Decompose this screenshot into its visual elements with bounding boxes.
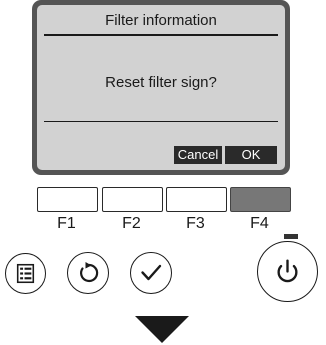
f1-button[interactable] [37, 187, 98, 212]
softkey-divider [44, 121, 278, 122]
f4-button[interactable] [230, 187, 291, 212]
menu-icon [16, 263, 35, 284]
f2-button[interactable] [102, 187, 163, 212]
f4-label: F4 [250, 215, 269, 232]
return-button[interactable] [67, 252, 109, 294]
power-button[interactable] [257, 241, 318, 302]
f1-label: F1 [57, 215, 76, 232]
softkey-cancel: Cancel [174, 146, 222, 164]
f3-label: F3 [186, 215, 205, 232]
power-icon [277, 259, 298, 283]
f2-label: F2 [122, 215, 141, 232]
down-arrow-icon [135, 316, 189, 343]
f3-button[interactable] [166, 187, 227, 212]
screen-title: Filter information [105, 12, 217, 29]
menu-button[interactable] [5, 253, 46, 294]
checkmark-icon [141, 264, 162, 281]
title-divider [44, 34, 278, 36]
operation-indicator-led [284, 234, 298, 239]
softkey-ok: OK [225, 146, 277, 164]
lcd-screen: Filter information Reset filter sign? Ca… [37, 5, 285, 170]
return-icon [80, 262, 99, 283]
screen-message: Reset filter sign? [105, 74, 217, 91]
confirm-button[interactable] [130, 252, 172, 294]
